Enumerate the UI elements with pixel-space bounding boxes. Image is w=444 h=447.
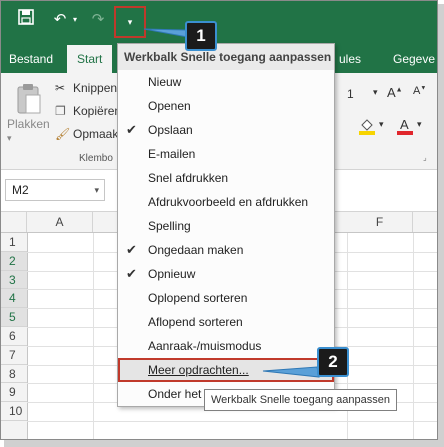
- undo-icon[interactable]: ↶: [49, 9, 71, 31]
- menu-item-meer-opdrachten[interactable]: Meer opdrachten...: [118, 358, 334, 382]
- redo-icon[interactable]: ↷: [87, 9, 109, 31]
- excel-window: ↶ ▾ ↷ ▾ Bestand Start ules Gegeve Plakke…: [0, 0, 438, 440]
- row-header-4[interactable]: 4: [1, 289, 27, 309]
- tab-bestand[interactable]: Bestand: [9, 45, 53, 73]
- checkmark-icon: ✔: [126, 266, 137, 281]
- menu-item-openen[interactable]: Openen: [118, 94, 334, 118]
- copy-label[interactable]: Kopiëren: [73, 104, 121, 118]
- fill-color-icon[interactable]: [359, 117, 375, 135]
- chevron-down-icon: ▾: [127, 17, 133, 27]
- save-icon[interactable]: [15, 9, 37, 31]
- grid-line: [93, 233, 94, 439]
- customize-qat-button[interactable]: ▾: [114, 6, 146, 38]
- svg-text:A: A: [400, 117, 409, 132]
- callout-1: 1: [185, 21, 217, 51]
- font-dialog-launcher-icon[interactable]: ⌟: [423, 153, 427, 162]
- checkmark-icon: ✔: [126, 242, 137, 257]
- grid-line: [413, 233, 414, 439]
- grow-font-icon[interactable]: A▲: [387, 85, 403, 100]
- paste-label[interactable]: Plakken: [7, 117, 50, 131]
- menu-item-spelling[interactable]: Spelling: [118, 214, 334, 238]
- undo-dropdown-icon[interactable]: ▾: [69, 9, 81, 31]
- title-bar: ↶ ▾ ↷ ▾: [1, 1, 437, 45]
- window-shadow-right: [438, 4, 444, 444]
- row-header-8[interactable]: 8: [1, 365, 27, 384]
- callout-2: 2: [317, 347, 349, 377]
- row-header-3[interactable]: 3: [1, 270, 27, 290]
- window-shadow-bottom: [4, 440, 444, 447]
- column-header-a[interactable]: A: [27, 212, 93, 232]
- paste-icon[interactable]: [15, 83, 43, 114]
- copy-icon[interactable]: ❐: [55, 104, 66, 118]
- font-color-icon[interactable]: A: [397, 117, 413, 135]
- format-painter-label[interactable]: Opmaak: [73, 127, 118, 141]
- menu-item-ongedaan-maken[interactable]: ✔ Ongedaan maken: [118, 238, 334, 262]
- row-header-9[interactable]: 9: [1, 383, 27, 403]
- font-size-value[interactable]: 1: [347, 87, 354, 101]
- menu-title: Werkbalk Snelle toegang aanpassen: [118, 44, 334, 70]
- name-box[interactable]: M2 ▾: [5, 179, 105, 201]
- menu-item-aflopend-sorteren[interactable]: Aflopend sorteren: [118, 310, 334, 334]
- menu-item-opnieuw[interactable]: ✔ Opnieuw: [118, 262, 334, 286]
- row-header-10[interactable]: 10: [1, 402, 27, 421]
- row-header-6[interactable]: 6: [1, 327, 27, 346]
- menu-item-e-mailen[interactable]: E-mailen: [118, 142, 334, 166]
- clipboard-group-label: Klembo: [79, 153, 113, 164]
- column-header-f[interactable]: F: [347, 212, 413, 232]
- font-size-dropdown-icon[interactable]: ▾: [373, 87, 378, 98]
- tab-formules[interactable]: ules: [339, 45, 361, 73]
- row-headers: 1 2 3 4 5 6 7 8 9 10: [1, 233, 28, 439]
- menu-item-oplopend-sorteren[interactable]: Oplopend sorteren: [118, 286, 334, 310]
- fill-color-dropdown-icon[interactable]: ▾: [379, 119, 384, 130]
- menu-item-opslaan[interactable]: ✔ Opslaan: [118, 118, 334, 142]
- menu-item-snel-afdrukken[interactable]: Snel afdrukken: [118, 166, 334, 190]
- font-color-dropdown-icon[interactable]: ▾: [417, 119, 422, 130]
- menu-item-afdrukvoorbeeld[interactable]: Afdrukvoorbeeld en afdrukken: [118, 190, 334, 214]
- cut-icon[interactable]: ✂: [55, 81, 65, 95]
- tooltip: Werkbalk Snelle toegang aanpassen: [204, 389, 397, 411]
- cut-label[interactable]: Knippen: [73, 81, 117, 95]
- grid-line: [27, 421, 437, 422]
- tab-start[interactable]: Start: [67, 45, 113, 73]
- shrink-font-icon[interactable]: A▼: [413, 85, 426, 97]
- format-painter-icon[interactable]: 🖌: [55, 127, 70, 141]
- menu-item-nieuw[interactable]: Nieuw: [118, 70, 334, 94]
- row-header-7[interactable]: 7: [1, 346, 27, 365]
- customize-qat-menu: Werkbalk Snelle toegang aanpassen Nieuw …: [117, 43, 335, 407]
- tab-gegevens[interactable]: Gegeve: [393, 45, 435, 73]
- row-header-2[interactable]: 2: [1, 251, 27, 271]
- name-box-dropdown-icon[interactable]: ▾: [94, 180, 99, 200]
- column-header-b[interactable]: [93, 212, 119, 232]
- row-header-1[interactable]: 1: [1, 233, 27, 252]
- menu-item-aanraak-muismodus[interactable]: Aanraak-/muismodus: [118, 334, 334, 358]
- paste-dropdown-icon[interactable]: ▾: [7, 133, 12, 144]
- checkmark-icon: ✔: [126, 122, 137, 137]
- row-header-5[interactable]: 5: [1, 308, 27, 327]
- select-all-corner[interactable]: [1, 212, 27, 232]
